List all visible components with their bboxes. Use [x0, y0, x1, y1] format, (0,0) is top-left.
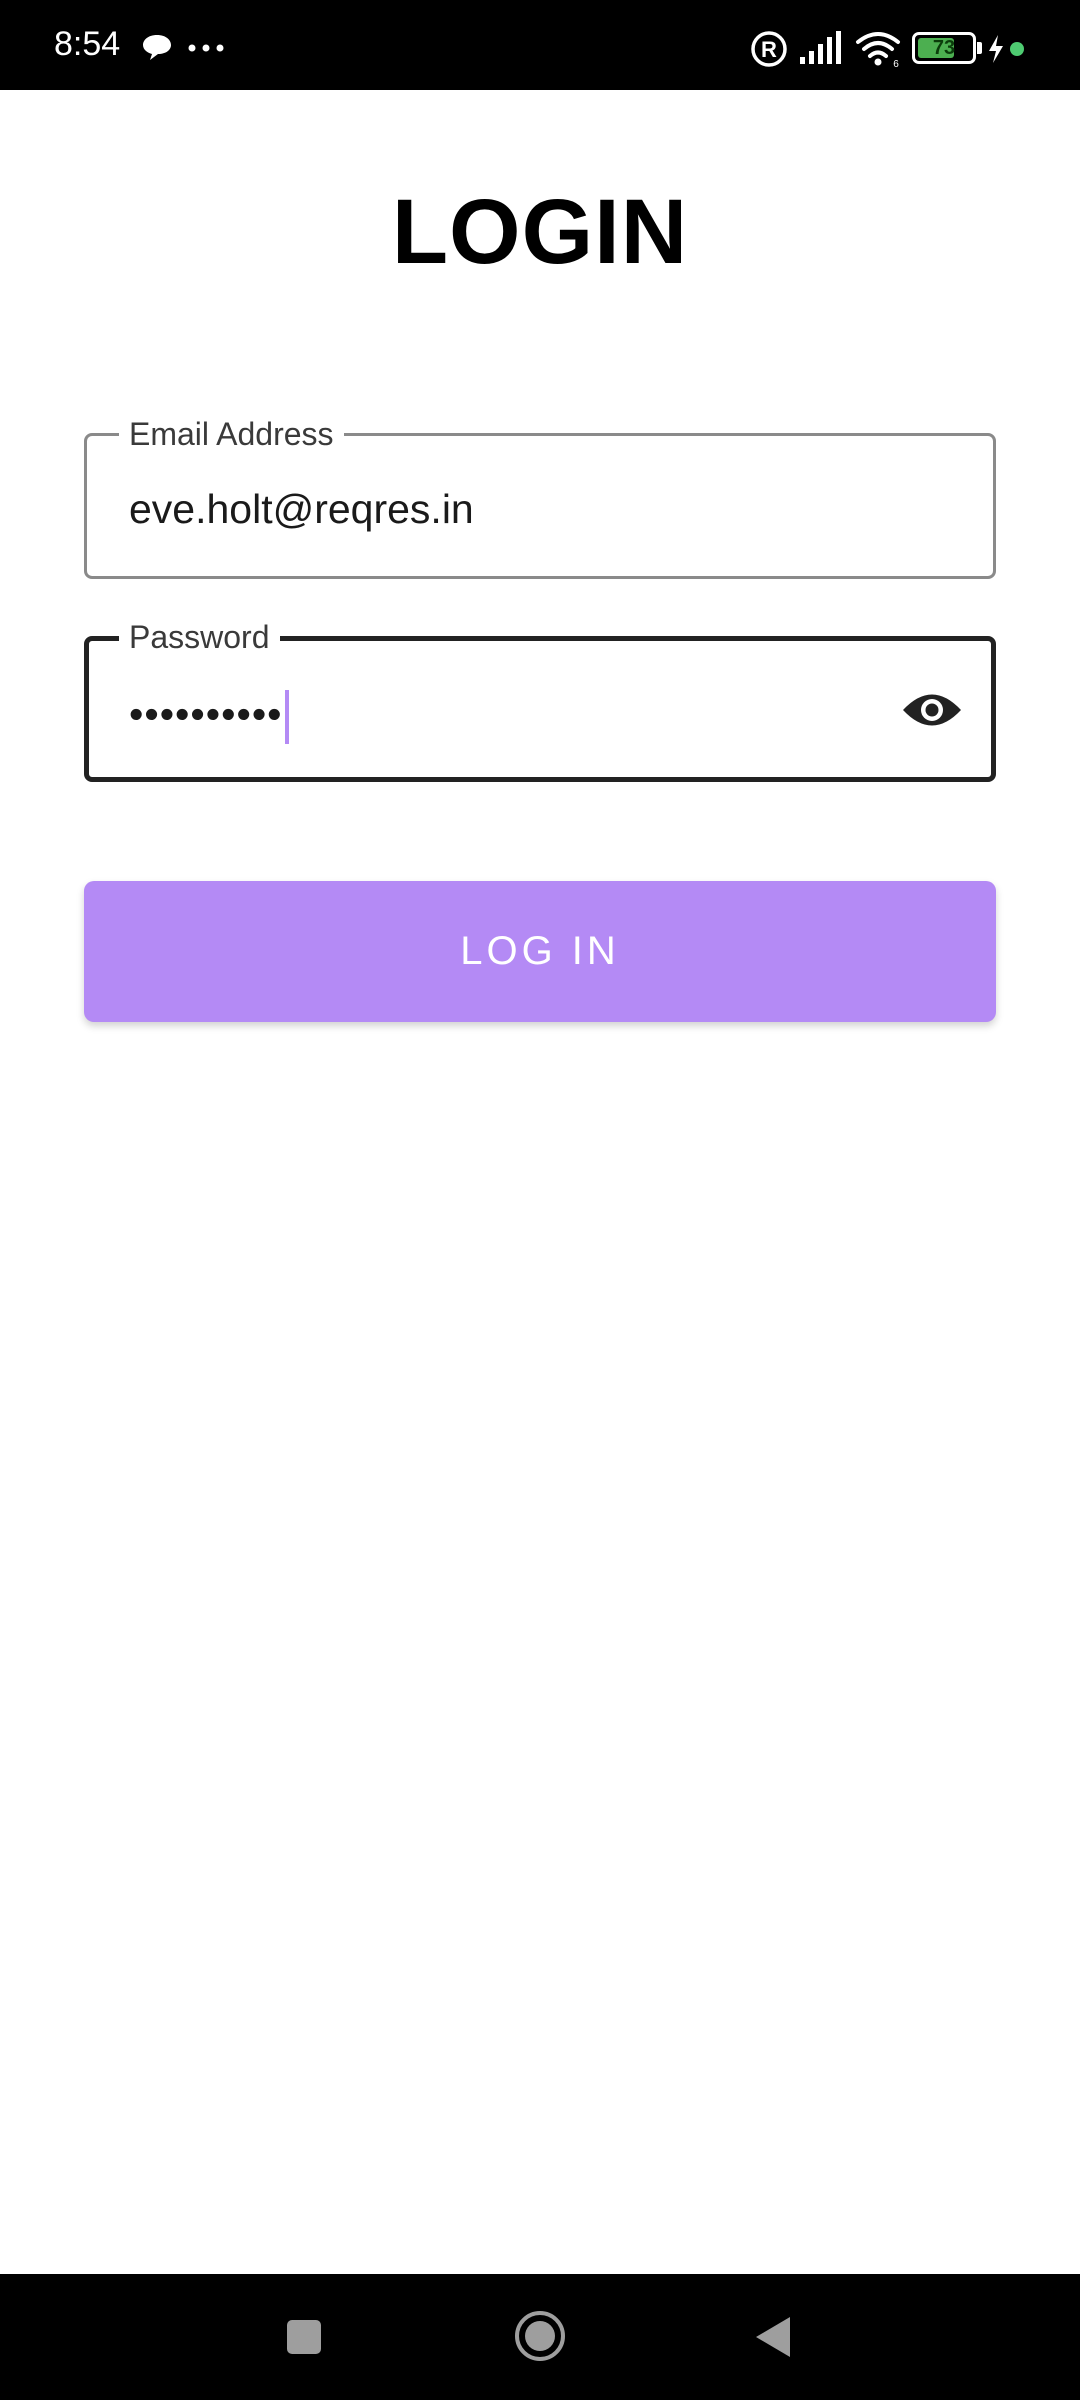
battery-level: 73 — [932, 37, 956, 59]
email-field[interactable]: Email Address eve.holt@reqres.in — [84, 414, 996, 579]
login-button[interactable]: LOG IN — [84, 881, 996, 1022]
password-field-label: Password — [119, 617, 280, 657]
email-field-label: Email Address — [119, 414, 344, 454]
back-triangle-icon[interactable] — [752, 2314, 794, 2360]
status-dot-icon — [1010, 42, 1024, 56]
status-bar: 8:54 R 6 73 — [0, 0, 1080, 90]
password-field[interactable]: Password •••••••••• — [84, 617, 996, 782]
more-dots-icon — [188, 44, 224, 52]
recents-square-icon[interactable] — [285, 2318, 323, 2356]
battery-icon: 73 — [912, 32, 976, 64]
registered-icon: R — [751, 31, 787, 67]
text-caret — [284, 690, 289, 745]
signal-icon — [800, 31, 841, 64]
wifi-icon: 6 — [856, 32, 900, 68]
login-screen: 8:54 R 6 73 LOGIN Email Address eve.holt… — [0, 0, 1080, 2400]
password-masked-value: •••••••••• — [129, 691, 283, 737]
battery-tip — [977, 42, 982, 54]
email-input[interactable]: eve.holt@reqres.in — [129, 484, 474, 534]
page-title: LOGIN — [391, 181, 689, 283]
svg-text:6: 6 — [893, 59, 899, 68]
eye-icon[interactable] — [901, 687, 963, 733]
svg-text:R: R — [761, 37, 777, 62]
charging-bolt-icon — [989, 35, 1003, 63]
navigation-bar — [0, 2274, 1080, 2400]
home-circle-icon[interactable] — [514, 2310, 566, 2362]
password-input[interactable]: •••••••••• — [129, 689, 289, 745]
status-time: 8:54 — [54, 25, 121, 63]
message-icon — [143, 35, 171, 60]
